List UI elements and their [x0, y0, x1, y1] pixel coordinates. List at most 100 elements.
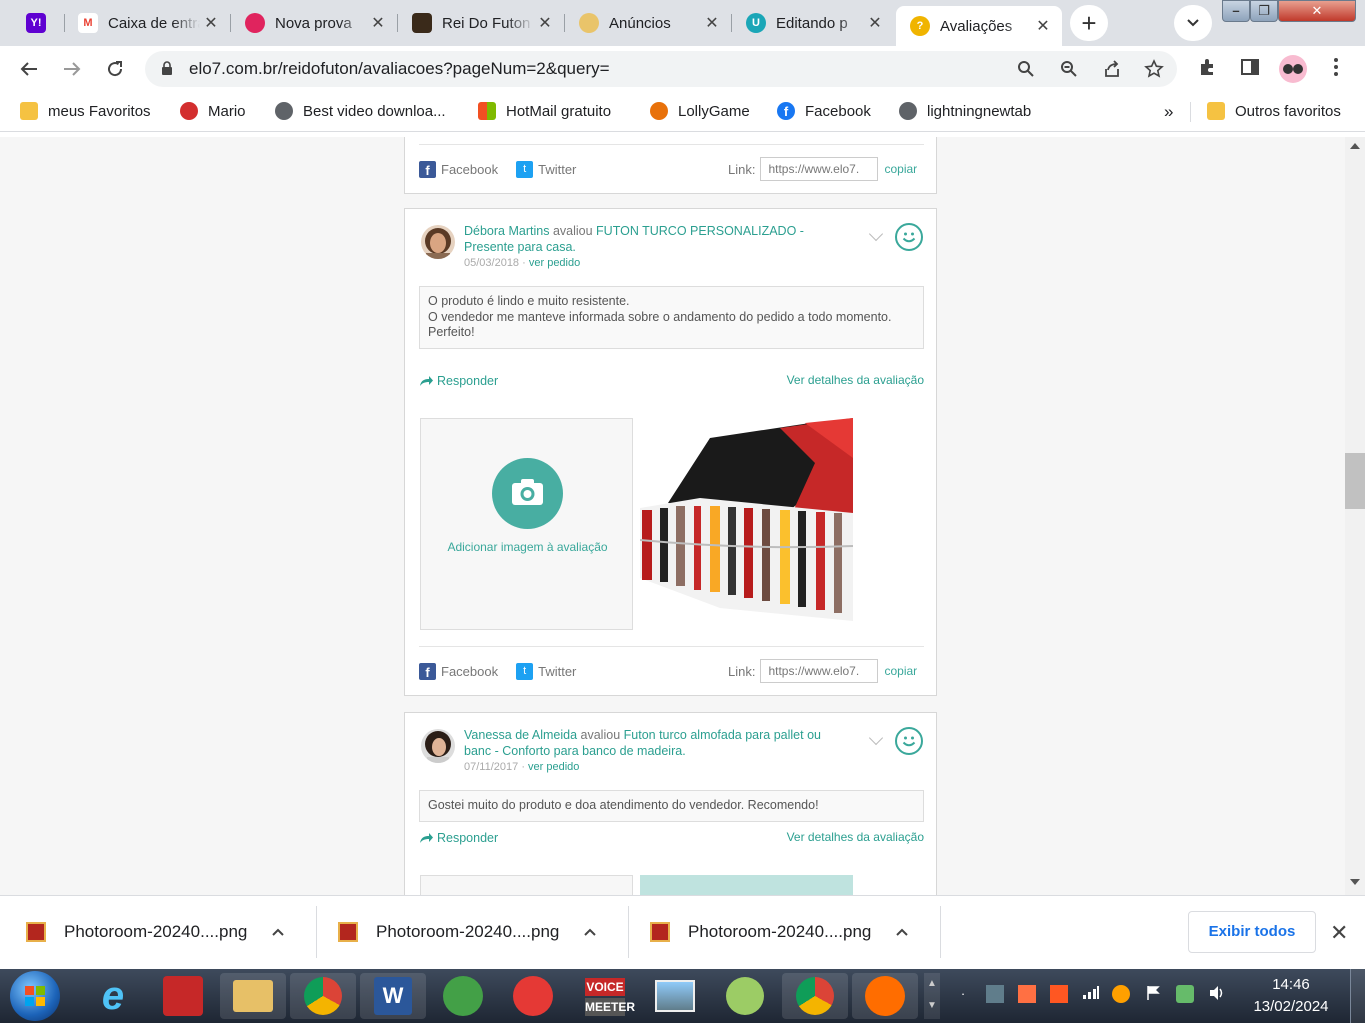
profile-avatar-icon[interactable] — [1279, 55, 1307, 83]
taskbar-scroll-icon[interactable]: ▲ ▼ — [924, 973, 940, 1019]
tray-network-tool-icon[interactable] — [986, 985, 1004, 1003]
scroll-up-icon[interactable] — [1350, 143, 1360, 149]
signal-icon[interactable] — [1082, 985, 1100, 1003]
side-panel-icon[interactable] — [1238, 57, 1262, 81]
reviewer-name-link[interactable]: Débora Martins — [464, 224, 549, 238]
back-button[interactable] — [14, 54, 44, 84]
chrome-profile-icon[interactable] — [782, 973, 848, 1019]
scroll-down-icon[interactable] — [1350, 879, 1360, 885]
maximize-button[interactable]: ❐ — [1250, 0, 1278, 22]
chevron-down-icon[interactable] — [868, 730, 884, 746]
volume-icon[interactable] — [1208, 985, 1226, 1003]
review-product-image[interactable] — [640, 875, 853, 895]
share-twitter-link[interactable]: Twitter — [538, 664, 576, 679]
download-item[interactable]: Photoroom-20240....png — [312, 896, 597, 968]
add-image-button[interactable] — [420, 875, 633, 895]
bookmarks-overflow-button[interactable]: » — [1164, 102, 1173, 122]
bookmark-outros-favoritos[interactable]: Outros favoritos — [1207, 102, 1341, 120]
tab-bar: Y! M Caixa de entrada ✕ Nova prova ✕ Rei… — [0, 0, 1365, 46]
tab-yahoo[interactable]: Y! — [14, 6, 64, 40]
scrollbar-thumb[interactable] — [1345, 453, 1365, 509]
close-icon[interactable]: ✕ — [200, 13, 222, 33]
file-explorer-icon[interactable] — [220, 973, 286, 1019]
chrome-icon[interactable] — [290, 973, 356, 1019]
power-icon[interactable] — [1176, 985, 1194, 1003]
page-scrollbar[interactable] — [1345, 137, 1365, 895]
close-icon[interactable]: ✕ — [701, 13, 723, 33]
start-button[interactable] — [10, 971, 60, 1021]
voicemeeter-icon[interactable]: VOICE MEETER — [572, 973, 638, 1019]
chevron-up-icon[interactable] — [895, 924, 909, 940]
chevron-up-icon[interactable] — [583, 924, 597, 940]
internet-explorer-icon[interactable]: e — [80, 973, 146, 1019]
bookmark-lightningnewtab[interactable]: lightningnewtab — [899, 102, 1031, 120]
close-icon[interactable]: ✕ — [1032, 16, 1054, 36]
download-item[interactable]: Photoroom-20240....png — [624, 896, 909, 968]
bookmark-hotmail[interactable]: HotMail gratuito — [478, 102, 611, 120]
review-details-link[interactable]: Ver detalhes da avaliação — [787, 373, 924, 387]
add-image-button[interactable]: Adicionar imagem à avaliação — [420, 418, 633, 630]
close-icon[interactable]: ✕ — [367, 13, 389, 33]
bookmark-meus-favoritos[interactable]: meus Favoritos — [20, 102, 151, 120]
download-item[interactable]: Photoroom-20240....png — [0, 896, 285, 968]
share-facebook-link[interactable]: Facebook — [441, 664, 498, 679]
reply-button[interactable]: Responder — [419, 831, 498, 845]
app-red-icon[interactable] — [500, 973, 566, 1019]
bookmark-best-video[interactable]: Best video downloa... — [275, 102, 446, 120]
tray-alert-icon[interactable] — [1112, 985, 1130, 1003]
copy-link-button[interactable]: copiar — [884, 664, 917, 678]
forward-button[interactable] — [57, 54, 87, 84]
share-link-input[interactable]: https://www.elo7. — [760, 659, 879, 683]
tray-app-icon[interactable] — [1018, 985, 1036, 1003]
photo-viewer-icon[interactable] — [642, 973, 708, 1019]
show-all-downloads-button[interactable]: Exibir todos — [1188, 911, 1316, 953]
tab-avaliacoes[interactable]: ? Avaliações ✕ — [896, 6, 1062, 46]
acrobat-icon[interactable] — [150, 973, 216, 1019]
chevron-down-icon[interactable] — [868, 226, 884, 242]
window-close-button[interactable]: ✕ — [1278, 0, 1356, 22]
bookmark-star-icon[interactable] — [1142, 57, 1166, 81]
share-icon[interactable] — [1100, 57, 1124, 81]
new-tab-button[interactable]: + — [1070, 5, 1108, 41]
tray-xp-icon[interactable]: · — [954, 985, 972, 1003]
bookmark-mario[interactable]: Mario — [180, 102, 246, 120]
reload-button[interactable] — [100, 54, 130, 84]
system-clock[interactable]: 14:46 13/02/2024 — [1236, 974, 1346, 1018]
reviewer-name-link[interactable]: Vanessa de Almeida — [464, 728, 577, 742]
close-icon[interactable]: ✕ — [1330, 920, 1348, 946]
search-icon[interactable] — [1014, 57, 1038, 81]
order-link[interactable]: ver pedido — [528, 761, 579, 773]
share-twitter-link[interactable]: Twitter — [538, 162, 576, 177]
minimize-button[interactable]: – — [1222, 0, 1250, 22]
review-details-link[interactable]: Ver detalhes da avaliação — [787, 830, 924, 844]
word-icon[interactable]: W — [360, 973, 426, 1019]
address-bar[interactable]: elo7.com.br/reidofuton/avaliacoes?pageNu… — [145, 51, 1177, 87]
share-facebook-link[interactable]: Facebook — [441, 162, 498, 177]
tab-gmail[interactable]: M Caixa de entrada ✕ — [64, 6, 230, 40]
action-center-flag-icon[interactable] — [1144, 985, 1162, 1003]
image-file-icon — [338, 922, 358, 942]
tab-editando[interactable]: U Editando p ✕ — [732, 6, 894, 40]
review-product-image[interactable] — [639, 418, 854, 621]
bookmark-facebook[interactable]: f Facebook — [777, 102, 871, 120]
tab-reidofuton[interactable]: Rei Do Futon ✕ — [398, 6, 564, 40]
share-link-input[interactable]: https://www.elo7. — [760, 157, 879, 181]
bookmark-lollygame[interactable]: LollyGame — [650, 102, 750, 120]
close-icon[interactable]: ✕ — [864, 13, 886, 33]
tab-anuncios[interactable]: Anúncios ✕ — [565, 6, 731, 40]
app-orange-icon[interactable] — [852, 973, 918, 1019]
close-icon[interactable]: ✕ — [534, 13, 556, 33]
app-lime-icon[interactable] — [712, 973, 778, 1019]
tray-app2-icon[interactable] — [1050, 985, 1068, 1003]
order-link[interactable]: ver pedido — [529, 257, 580, 269]
show-desktop-button[interactable] — [1350, 969, 1365, 1023]
zoom-out-icon[interactable] — [1057, 57, 1081, 81]
chevron-up-icon[interactable] — [271, 924, 285, 940]
app-green-icon[interactable] — [430, 973, 496, 1019]
extensions-icon[interactable] — [1196, 57, 1220, 81]
copy-link-button[interactable]: copiar — [884, 162, 917, 176]
tab-search-button[interactable] — [1174, 5, 1212, 41]
menu-kebab-icon[interactable] — [1324, 57, 1348, 81]
tab-nova-prova[interactable]: Nova prova ✕ — [231, 6, 397, 40]
reply-button[interactable]: Responder — [419, 374, 498, 388]
